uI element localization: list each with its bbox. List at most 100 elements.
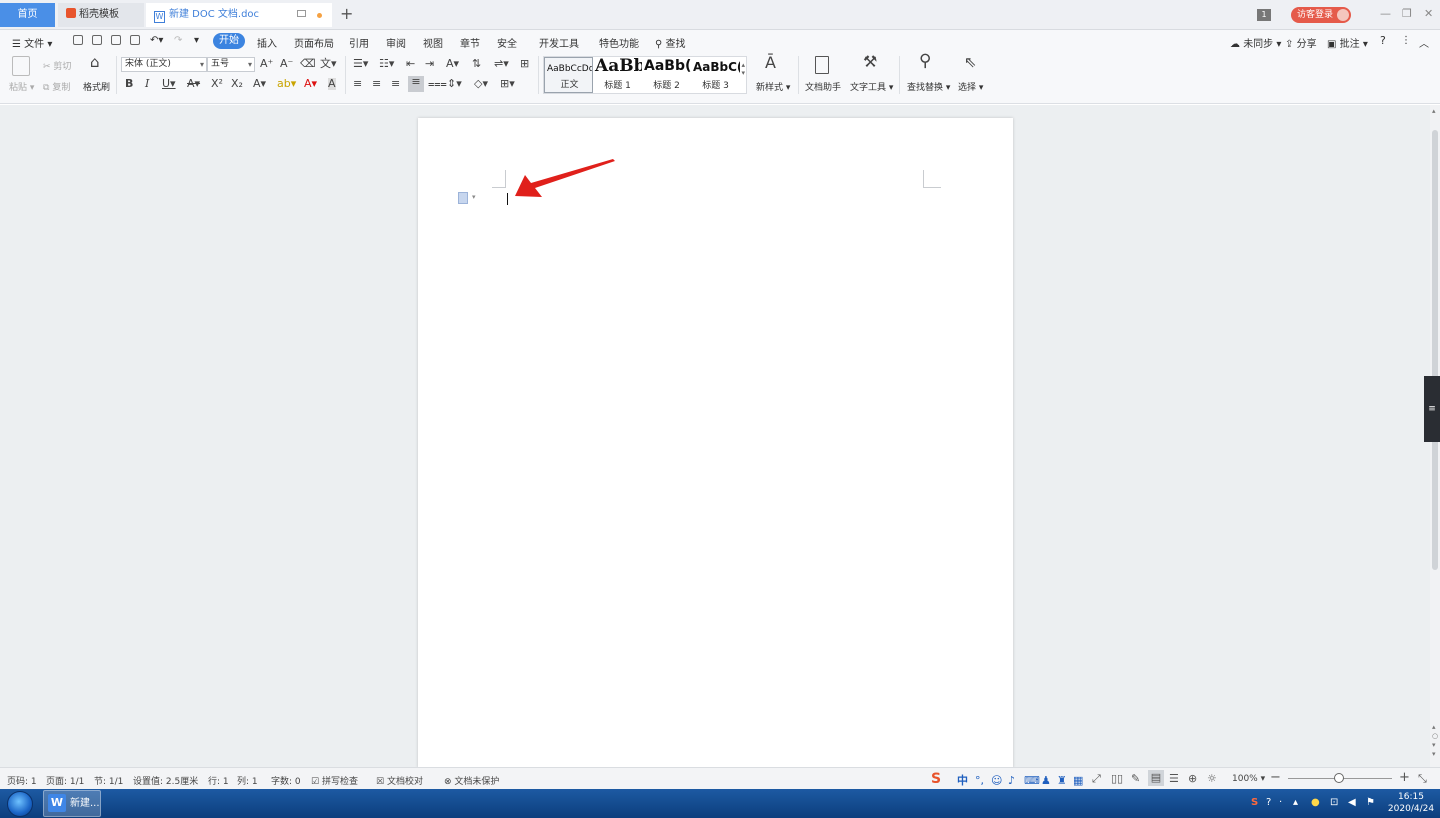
tab-special-features[interactable]: 特色功能	[599, 35, 639, 50]
tray-overflow-icon[interactable]: ▴	[1293, 797, 1298, 808]
text-tools-button[interactable]: 文字工具 ▾	[850, 80, 893, 93]
page-view-icon[interactable]: ▤	[1148, 770, 1164, 786]
taskbar-wps-writer[interactable]: W 新建...	[43, 790, 101, 817]
wrench-icon[interactable]: ⚒	[863, 54, 877, 70]
font-name-select[interactable]: 宋体 (正文)	[121, 57, 207, 72]
paste-icon[interactable]	[12, 56, 30, 76]
style-normal[interactable]: AaBbCcDd 正文	[544, 57, 593, 93]
align-center-icon[interactable]: ≡	[372, 78, 381, 90]
paste-button[interactable]: 粘贴 ▾	[9, 80, 34, 93]
tab-document[interactable]: W 新建 DOC 文档.doc	[146, 3, 332, 27]
shading-icon[interactable]: ◇▾	[474, 78, 488, 90]
zoom-out-icon[interactable]: −	[1270, 770, 1281, 785]
decrease-indent-icon[interactable]: ⇤	[406, 58, 415, 70]
undo-icon[interactable]: ↶▾	[150, 35, 163, 46]
tray-help-icon[interactable]: ?	[1266, 797, 1271, 808]
strikethrough-icon[interactable]: A▾	[187, 78, 200, 90]
user-icon[interactable]: ♟	[1041, 774, 1051, 787]
new-tab-button[interactable]: +	[340, 4, 353, 24]
tray-app-icon[interactable]: ●	[1311, 797, 1320, 808]
restore-icon[interactable]: ❐	[1402, 7, 1412, 20]
edit-mode-icon[interactable]: ✎	[1131, 772, 1140, 785]
zoom-slider-handle[interactable]	[1334, 773, 1344, 783]
zoom-in-icon[interactable]: +	[1399, 770, 1410, 785]
chinese-layout-icon[interactable]: A▾	[446, 58, 459, 70]
window-count-badge[interactable]: 1	[1257, 9, 1271, 21]
tab-home[interactable]: 首页	[0, 3, 55, 27]
status-pages[interactable]: 页面: 1/1	[46, 774, 84, 787]
new-style-icon[interactable]: Ā	[765, 55, 776, 71]
superscript-icon[interactable]: X²	[211, 78, 223, 90]
redo-icon[interactable]: ↷	[174, 35, 182, 46]
system-clock[interactable]: 16:15 2020/4/24	[1386, 791, 1436, 815]
style-heading-2[interactable]: AaBb( 标题 2	[642, 57, 691, 93]
keyboard-icon[interactable]: ⌨	[1024, 774, 1040, 787]
microphone-icon[interactable]: ♪	[1008, 774, 1015, 787]
eye-protection-icon[interactable]: ☼	[1207, 772, 1217, 785]
italic-icon[interactable]: I	[145, 78, 149, 90]
find-replace-button[interactable]: 查找替换 ▾	[907, 80, 950, 93]
show-hide-marks-icon[interactable]: ⇌▾	[494, 58, 509, 70]
sort-icon[interactable]: ⇅	[472, 58, 481, 70]
style-heading-3[interactable]: AaBbC( 标题 3	[691, 57, 740, 93]
doc-assistant-button[interactable]: 文档助手	[805, 80, 841, 93]
file-menu[interactable]: ☰ 文件 ▾	[12, 35, 52, 50]
justify-icon[interactable]: ≡	[408, 76, 424, 92]
bullet-list-icon[interactable]: ☰▾	[353, 58, 368, 70]
tab-security[interactable]: 安全	[497, 35, 517, 50]
tab-page-layout[interactable]: 页面布局	[294, 35, 334, 50]
status-word-count[interactable]: 字数: 0	[271, 774, 301, 787]
tab-developer[interactable]: 开发工具	[539, 35, 579, 50]
help-icon[interactable]: ?	[1380, 34, 1386, 47]
status-page-number[interactable]: 页码: 1	[7, 774, 37, 787]
increase-font-icon[interactable]: A⁺	[260, 58, 273, 70]
line-spacing-icon[interactable]: ⇕▾	[447, 78, 462, 90]
numbered-list-icon[interactable]: ☷▾	[379, 58, 394, 70]
minimize-icon[interactable]: —	[1380, 7, 1391, 20]
distributed-align-icon[interactable]: ⩶	[428, 78, 447, 90]
tab-references[interactable]: 引用	[349, 35, 369, 50]
char-shading-icon[interactable]: A	[328, 78, 336, 90]
page-nav-icons[interactable]: ▴ ○ ▾ ▾	[1432, 723, 1438, 759]
copy-button[interactable]: ⧉ 复制	[43, 80, 70, 93]
tray-sogou-icon[interactable]: S	[1251, 797, 1258, 808]
search-button[interactable]: ⚲ 查找	[655, 35, 686, 50]
status-setting[interactable]: 设置值: 2.5厘米	[133, 774, 198, 787]
sogou-ime-icon[interactable]: S	[931, 770, 951, 788]
customize-quick-access-icon[interactable]: ▾	[194, 35, 199, 46]
scrollbar-thumb[interactable]	[1432, 130, 1438, 570]
save-icon[interactable]	[73, 35, 83, 45]
export-pdf-icon[interactable]	[92, 35, 102, 45]
share-button[interactable]: ⇪ 分享	[1285, 35, 1317, 50]
format-painter-icon[interactable]: ⌂	[90, 55, 100, 70]
new-style-button[interactable]: 新样式 ▾	[756, 80, 790, 93]
tab-template[interactable]: 稻壳模板	[58, 3, 144, 27]
sync-button[interactable]: ☁ 未同步 ▾	[1230, 35, 1281, 50]
paragraph-layout-icon[interactable]	[458, 192, 468, 204]
document-page[interactable]: ▾	[418, 118, 1013, 768]
collapse-ribbon-icon[interactable]: ︿	[1419, 35, 1429, 50]
find-replace-icon[interactable]: ⚲	[919, 53, 931, 70]
login-button[interactable]: 访客登录	[1291, 7, 1351, 23]
monitor-icon[interactable]	[297, 10, 306, 17]
zoom-level[interactable]: 100% ▾	[1232, 774, 1265, 784]
ime-language-toggle[interactable]: 中	[957, 772, 968, 788]
scroll-up-icon[interactable]: ▴	[1432, 107, 1436, 115]
font-size-select[interactable]: 五号	[207, 57, 255, 72]
bold-icon[interactable]: B	[125, 78, 133, 90]
comment-button[interactable]: ▣ 批注 ▾	[1327, 35, 1368, 50]
status-section[interactable]: 节: 1/1	[94, 774, 123, 787]
format-painter-button[interactable]: 格式刷	[83, 80, 110, 93]
clear-format-icon[interactable]: ⌫	[300, 58, 316, 70]
tab-view[interactable]: 视图	[423, 35, 443, 50]
side-panel-toggle[interactable]: ≡	[1424, 376, 1440, 442]
select-button[interactable]: 选择 ▾	[958, 80, 983, 93]
highlight-icon[interactable]: ab▾	[277, 78, 296, 90]
style-heading-1[interactable]: AaBb 标题 1	[593, 57, 642, 93]
align-left-icon[interactable]: ≡	[353, 78, 362, 90]
tab-start[interactable]: 开始	[213, 33, 245, 49]
chevron-down-icon[interactable]: ▾	[472, 193, 476, 201]
tab-chapter[interactable]: 章节	[460, 35, 480, 50]
punctuation-icon[interactable]: °,	[975, 774, 984, 787]
skin-icon[interactable]: ♜	[1057, 774, 1067, 787]
